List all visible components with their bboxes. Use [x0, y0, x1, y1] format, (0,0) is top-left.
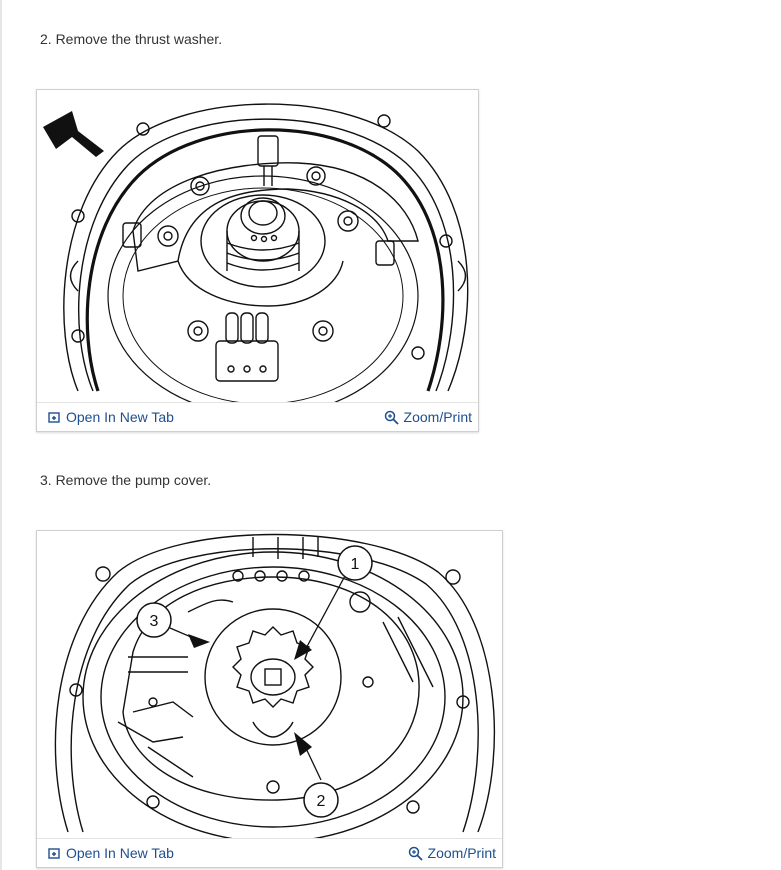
svg-text:3: 3 [150, 613, 159, 630]
zoom-print-label: Zoom/Print [427, 845, 496, 861]
zoom-icon [384, 410, 399, 425]
open-in-new-tab-label: Open In New Tab [66, 409, 174, 425]
step-3-text: 3. Remove the pump cover. [40, 472, 212, 488]
pointer-arrow-icon [43, 111, 104, 157]
figure-toolbar: Open In New Tab Zoom/Print [37, 838, 502, 867]
zoom-print-label: Zoom/Print [403, 409, 472, 425]
thrust-washer-figure: Open In New Tab Zoom/Print [36, 89, 479, 432]
open-in-new-tab-link[interactable]: Open In New Tab [48, 845, 174, 861]
callout-1: 1 [337, 545, 373, 581]
open-new-tab-icon [48, 847, 60, 859]
callout-3: 3 [136, 602, 172, 638]
pump-cover-illustration[interactable]: 1 2 3 [38, 532, 501, 838]
zoom-print-link[interactable]: Zoom/Print [384, 409, 472, 425]
open-new-tab-icon [48, 411, 60, 423]
step-2-text: 2. Remove the thrust washer. [40, 31, 223, 47]
figure-toolbar: Open In New Tab Zoom/Print [37, 402, 478, 431]
callout-2: 2 [303, 782, 339, 818]
open-in-new-tab-label: Open In New Tab [66, 845, 174, 861]
page-left-rule [0, 0, 2, 870]
zoom-icon [408, 846, 423, 861]
svg-text:1: 1 [351, 556, 360, 573]
thrust-washer-illustration[interactable] [38, 91, 477, 402]
zoom-print-link[interactable]: Zoom/Print [408, 845, 496, 861]
svg-text:2: 2 [317, 793, 326, 810]
open-in-new-tab-link[interactable]: Open In New Tab [48, 409, 174, 425]
pump-cover-figure: 1 2 3 Open In New Tab Zoom/Print [36, 530, 503, 868]
